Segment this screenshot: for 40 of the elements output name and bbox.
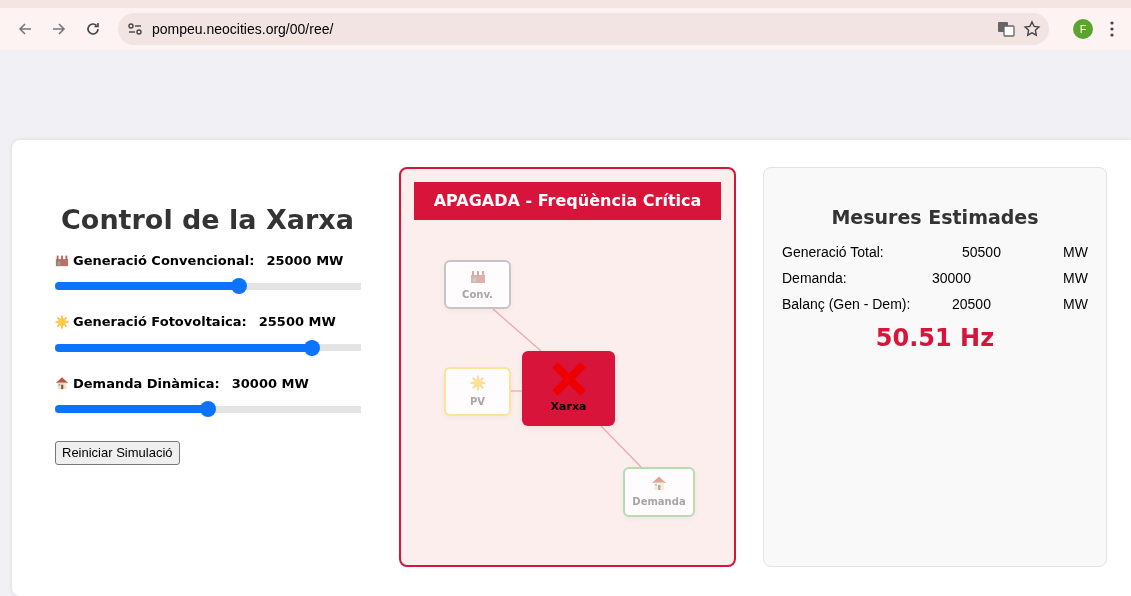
slider-thumb[interactable] [200, 401, 216, 417]
factory-icon [55, 253, 69, 268]
house-icon [651, 475, 667, 491]
star-icon[interactable] [1023, 20, 1041, 38]
panel-title: Control de la Xarxa [60, 203, 355, 237]
slider-reading: 25500 MW [258, 313, 336, 331]
house-icon [55, 376, 69, 391]
sun-icon [55, 314, 69, 329]
site-settings-icon[interactable] [126, 20, 144, 38]
measure-label: Balanç (Gen - Dem): [782, 294, 912, 314]
slider-thumb[interactable] [304, 339, 321, 356]
measure-value: 30000 [932, 268, 971, 288]
measure-label: Generació Total: [782, 242, 885, 262]
slider-label: Generació Fotovoltaica: [73, 313, 247, 331]
reload-icon[interactable] [84, 20, 102, 38]
sun-icon [469, 375, 486, 391]
translate-icon[interactable] [997, 20, 1015, 38]
reset-button[interactable]: Reiniciar Simulació [55, 441, 180, 465]
factory-icon [469, 268, 486, 284]
frequency-reading: 50.51 Hz [874, 322, 996, 354]
menu-icon[interactable] [1109, 20, 1115, 38]
measure-label: Demanda: [782, 268, 848, 288]
measure-unit: MW [1063, 268, 1088, 288]
slider-thumb[interactable] [230, 278, 247, 294]
measure-value: 50500 [962, 242, 1001, 262]
slider-label: Generació Convencional: [73, 251, 255, 270]
measure-value: 20500 [952, 294, 991, 314]
url-text: pompeu.neocities.org/00/ree/ [152, 19, 335, 39]
slider-reading: 30000 MW [231, 374, 309, 393]
measure-unit: MW [1063, 294, 1088, 314]
slider-reading: 25000 MW [266, 251, 344, 270]
node-label: Demanda [631, 495, 687, 509]
measure-unit: MW [1063, 242, 1088, 262]
status-banner: APAGADA - Freqüència Crítica [414, 182, 721, 220]
node-label: Xarxa [549, 399, 588, 415]
node-label: Conv. [461, 288, 494, 302]
slider-label: Demanda Dinàmica: [73, 374, 220, 393]
address-bar[interactable]: pompeu.neocities.org/00/ree/ [118, 13, 1049, 45]
node-label: PV [468, 395, 487, 409]
panel-title: Mesures Estimades [830, 205, 1040, 230]
